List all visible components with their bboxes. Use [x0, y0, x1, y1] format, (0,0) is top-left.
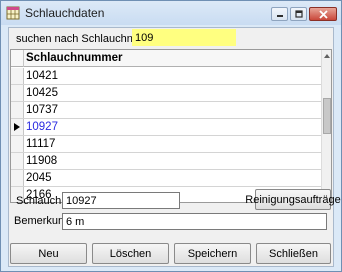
- current-row-arrow-icon: [14, 123, 20, 131]
- table-cell-schlauchnummer[interactable]: 11117: [26, 138, 55, 150]
- minimize-button[interactable]: [271, 7, 288, 21]
- search-input[interactable]: [132, 29, 236, 46]
- close-icon: [318, 9, 328, 19]
- vertical-scrollbar[interactable]: [321, 50, 331, 202]
- row-selector[interactable]: [11, 68, 24, 84]
- row-selector[interactable]: [11, 85, 24, 101]
- table-icon: [6, 6, 20, 20]
- grid-header: Schlauchnummer: [11, 50, 323, 67]
- row-selector[interactable]: [11, 136, 24, 152]
- hose-number-grid[interactable]: Schlauchnummer 10421 10425 10737 10927 11117…: [10, 49, 332, 203]
- table-row[interactable]: 10737: [11, 102, 323, 119]
- table-row[interactable]: 11117: [11, 136, 323, 153]
- table-cell-schlauchnummer[interactable]: 10425: [26, 87, 58, 99]
- table-row[interactable]: 10421: [11, 68, 323, 85]
- table-row[interactable]: 11908: [11, 153, 323, 170]
- table-cell-schlauchnummer[interactable]: 10927: [26, 121, 58, 133]
- minimize-icon: [276, 15, 283, 17]
- maximize-button[interactable]: [290, 7, 307, 21]
- column-header-schlauchnummer[interactable]: Schlauchnummer: [26, 52, 123, 64]
- delete-button[interactable]: Löschen: [92, 243, 169, 264]
- scroll-up-arrow-icon[interactable]: [324, 54, 330, 58]
- title-bar[interactable]: Schlauchdaten: [1, 1, 341, 25]
- close-button[interactable]: [309, 7, 337, 21]
- save-button[interactable]: Speichern: [174, 243, 251, 264]
- row-selector[interactable]: [11, 153, 24, 169]
- row-selector-header: [11, 50, 24, 67]
- table-cell-schlauchnummer[interactable]: 10421: [26, 70, 58, 82]
- close-form-button[interactable]: Schließen: [256, 243, 331, 264]
- table-cell-schlauchnummer[interactable]: 10737: [26, 104, 58, 116]
- row-selector[interactable]: [11, 119, 24, 135]
- bemerkung-field[interactable]: [62, 213, 327, 230]
- row-selector[interactable]: [11, 102, 24, 118]
- reinigungsauftraege-button[interactable]: Reinigungsaufträge: [245, 189, 341, 210]
- maximize-icon: [294, 10, 303, 18]
- table-cell-schlauchnummer[interactable]: 2045: [26, 172, 52, 184]
- window-title: Schlauchdaten: [25, 6, 105, 20]
- schlauchnr-field[interactable]: [62, 192, 180, 209]
- form-client-area: suchen nach Schlauchnummer Schlauchnumme…: [8, 27, 341, 267]
- table-row[interactable]: 10425: [11, 85, 323, 102]
- scroll-thumb[interactable]: [323, 98, 331, 134]
- app-window: Schlauchdaten suchen nach Schlauchnummer…: [0, 0, 342, 272]
- row-selector[interactable]: [11, 170, 24, 186]
- table-row[interactable]: 10927: [11, 119, 323, 136]
- table-cell-schlauchnummer[interactable]: 11908: [26, 155, 57, 167]
- new-button[interactable]: Neu: [10, 243, 87, 264]
- table-row[interactable]: 2045: [11, 170, 323, 187]
